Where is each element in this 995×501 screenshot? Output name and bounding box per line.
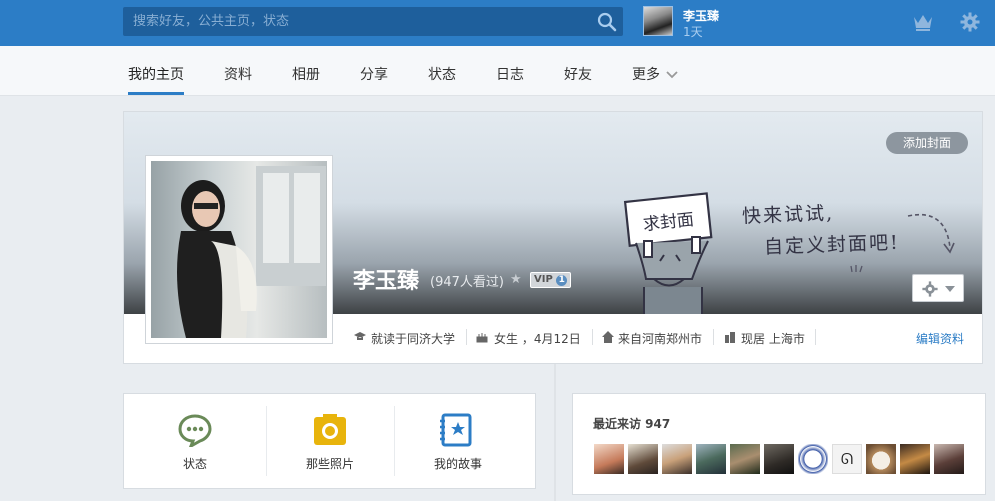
quick-action-label: 那些照片 [305, 457, 354, 471]
chat-bubble-icon [178, 414, 212, 447]
quick-action-status[interactable]: 状态 [124, 394, 266, 488]
crown-icon[interactable] [913, 13, 933, 31]
profile-school: 就读于同济大学 [371, 332, 456, 346]
profile-photo-image [151, 161, 327, 338]
divider [815, 329, 816, 345]
visitor-avatar[interactable] [662, 444, 692, 474]
gear-icon [922, 281, 938, 297]
cover-settings-button[interactable] [912, 274, 964, 302]
search-icon[interactable] [597, 12, 617, 32]
profile-card: 添加封面 求封面 快来试试, 自定义封面吧! 李玉臻 (947人看过) ★ VI… [123, 111, 983, 364]
visitor-avatar[interactable] [764, 444, 794, 474]
user-days: 1天 [683, 25, 703, 39]
quick-action-photos[interactable]: 那些照片 [266, 394, 394, 488]
camera-icon [314, 414, 346, 445]
tab-status[interactable]: 状态 [428, 64, 456, 84]
cover-slogan-line1: 快来试试, [741, 202, 835, 228]
user-name[interactable]: 李玉臻 [683, 7, 719, 24]
quick-action-label: 我的故事 [433, 457, 482, 471]
recent-visitors-title: 最近来访 947 [593, 417, 671, 431]
vip-level: 1 [556, 275, 568, 286]
tab-friends[interactable]: 好友 [564, 64, 592, 84]
graduation-cap-icon [354, 332, 366, 340]
divider [466, 329, 467, 345]
quick-actions-panel: 状态 那些照片 我的故事 [123, 393, 536, 489]
quick-action-story[interactable]: 我的故事 [394, 394, 522, 488]
tab-albums[interactable]: 相册 [292, 64, 320, 84]
dashed-arrow-icon [907, 214, 955, 254]
profile-residence: 现居 上海市 [741, 332, 805, 346]
doodle-marks [850, 265, 863, 273]
column-divider [554, 364, 556, 501]
vip-label: VIP [534, 274, 553, 285]
profile-view-count[interactable]: (947人看过) [430, 271, 504, 290]
visitor-avatar[interactable] [594, 444, 624, 474]
tab-share[interactable]: 分享 [360, 64, 388, 84]
cover-placeholder-illustration: 求封面 [623, 192, 713, 314]
tab-blog[interactable]: 日志 [496, 64, 524, 84]
story-book-icon [440, 413, 472, 447]
visitor-avatar[interactable] [866, 444, 896, 474]
tab-home[interactable]: 我的主页 [128, 64, 184, 84]
add-cover-button[interactable]: 添加封面 [886, 132, 968, 154]
user-avatar[interactable] [643, 6, 673, 36]
divider [592, 329, 593, 345]
profile-hometown: 来自河南郑州市 [618, 332, 703, 346]
visitor-avatar[interactable] [696, 444, 726, 474]
search-input[interactable] [123, 7, 593, 36]
tab-more-label: 更多 [632, 67, 660, 83]
cake-icon [476, 333, 488, 343]
building-icon [725, 332, 735, 343]
active-tab-indicator [128, 92, 184, 95]
tab-profile-info[interactable]: 资料 [224, 64, 252, 84]
profile-name: 李玉臻 [353, 269, 420, 294]
profile-nav: 我的主页 资料 相册 分享 状态 日志 好友 更多 [0, 46, 995, 96]
cover-slogan-line2: 自定义封面吧! [763, 231, 901, 259]
visitor-avatar[interactable] [934, 444, 964, 474]
search-box[interactable] [123, 7, 623, 36]
edit-profile-link[interactable]: 编辑资料 [916, 330, 964, 347]
visitor-avatar[interactable]: ᘏ [832, 444, 862, 474]
photo-figure [177, 166, 326, 338]
divider [713, 329, 714, 345]
top-bar: 李玉臻 1天 [0, 0, 995, 46]
home-icon [602, 331, 614, 343]
caret-down-icon [945, 286, 955, 292]
quick-action-label: 状态 [182, 457, 207, 471]
chevron-down-icon [666, 71, 679, 79]
star-icon[interactable]: ★ [510, 272, 522, 287]
profile-photo[interactable] [145, 155, 333, 344]
vip-badge[interactable]: VIP 1 [530, 272, 572, 288]
visitor-avatar[interactable] [798, 444, 828, 474]
gear-icon[interactable] [960, 12, 980, 32]
visitor-avatar[interactable] [628, 444, 658, 474]
visitor-avatar[interactable] [900, 444, 930, 474]
recent-visitors-panel: 最近来访 947 ᘏ [572, 393, 986, 495]
visitor-avatar[interactable] [730, 444, 760, 474]
profile-gender-birthday: 女生 ，4月12日 [494, 332, 581, 346]
tab-more[interactable]: 更多 [632, 64, 679, 84]
